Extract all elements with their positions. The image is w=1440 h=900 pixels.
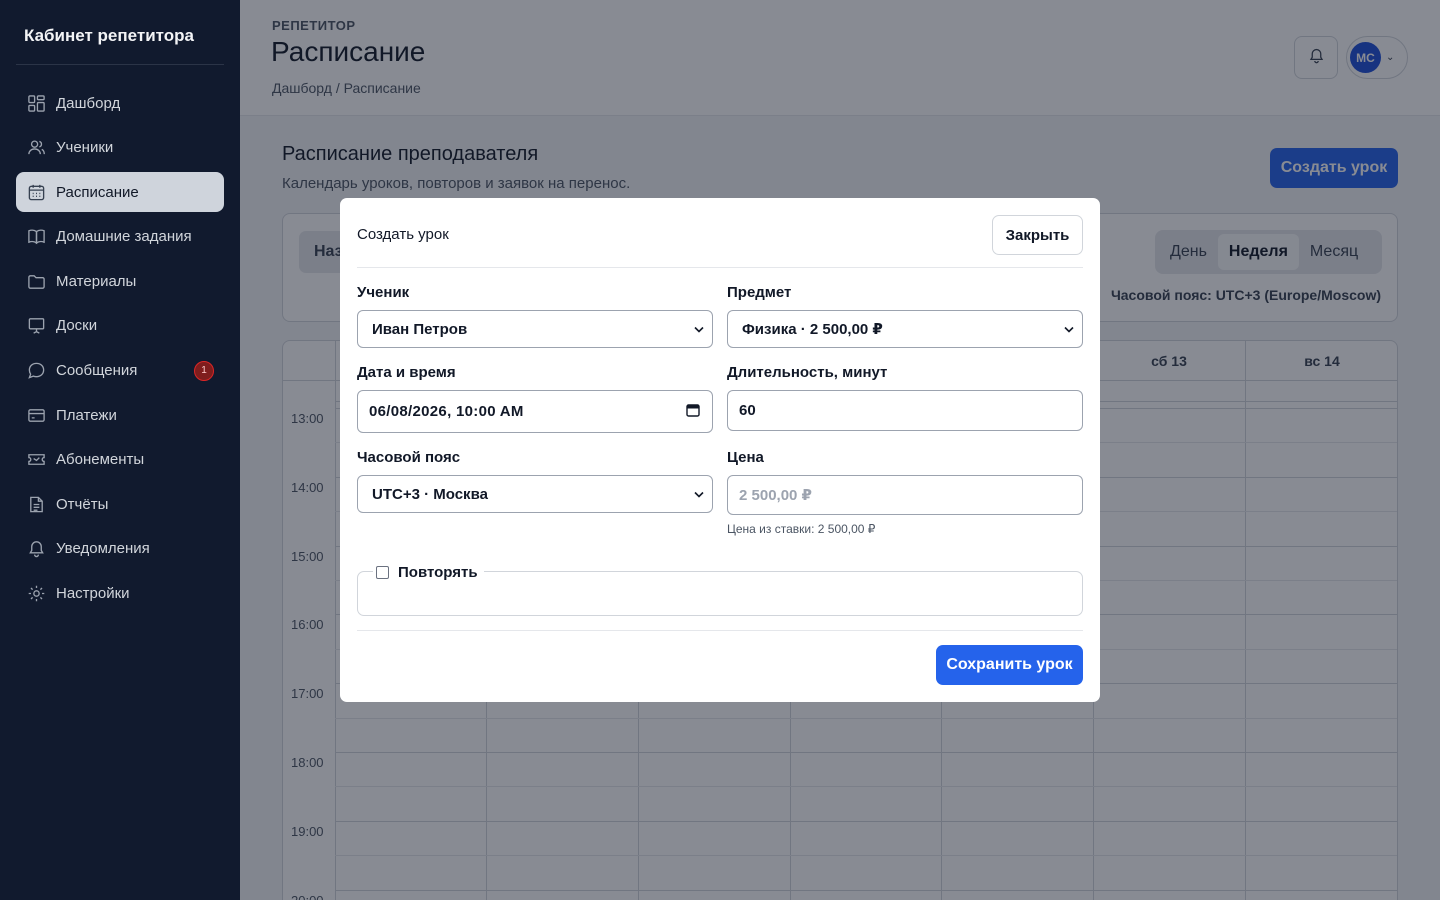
bell-icon	[26, 539, 46, 559]
timezone-value: UTC+3 · Москва	[372, 485, 488, 503]
sidebar-item-label: Настройки	[56, 585, 130, 603]
sidebar-item-payments[interactable]: Платежи	[16, 395, 224, 435]
chevron-down-icon	[694, 486, 704, 503]
board-icon	[26, 316, 46, 336]
modal-footer-divider	[357, 630, 1083, 631]
create-lesson-modal: Создать урок Закрыть Ученик Иван Петров …	[340, 198, 1100, 702]
sidebar-item-label: Доски	[56, 317, 98, 335]
student-value: Иван Петров	[372, 320, 468, 338]
sidebar-item-homework[interactable]: Домашние задания	[16, 217, 224, 257]
subject-select[interactable]: Физика · 2 500,00 ₽	[727, 310, 1083, 348]
sidebar-item-label: Материалы	[56, 272, 137, 290]
card-icon	[26, 405, 46, 425]
timezone-field-label: Часовой пояс	[357, 449, 461, 466]
sidebar-item-settings[interactable]: Настройки	[16, 574, 224, 614]
ticket-icon	[26, 450, 46, 470]
repeat-checkbox[interactable]	[376, 566, 389, 579]
datetime-input[interactable]: 06/08/2026, 10:00 AM	[357, 390, 713, 433]
sidebar-item-label: Платежи	[56, 406, 117, 424]
duration-value: 60	[739, 402, 756, 419]
save-lesson-button[interactable]: Сохранить урок	[936, 645, 1083, 685]
calendar-icon	[26, 182, 46, 202]
sidebar-item-label: Дашборд	[56, 94, 121, 112]
subject-label: Предмет	[727, 284, 792, 301]
sidebar-item-materials[interactable]: Материалы	[16, 261, 224, 301]
duration-input[interactable]: 60	[727, 390, 1083, 431]
chevron-down-icon	[1064, 321, 1074, 338]
repeat-legend: Повторять	[373, 564, 484, 581]
price-hint: Цена из ставки: 2 500,00 ₽	[727, 522, 876, 536]
repeat-fieldset: Повторять	[357, 564, 1083, 616]
sidebar-item-schedule[interactable]: Расписание	[16, 172, 224, 213]
datetime-value: 06/08/2026, 10:00 AM	[369, 403, 524, 420]
price-label: Цена	[727, 449, 764, 466]
sidebar-item-subscriptions[interactable]: Абонементы	[16, 440, 224, 480]
calendar-picker-icon[interactable]	[686, 403, 700, 421]
price-placeholder: 2 500,00 ₽	[739, 487, 812, 504]
chevron-down-icon	[694, 321, 704, 338]
unread-badge: 1	[194, 360, 214, 381]
message-icon	[26, 361, 46, 381]
datetime-label: Дата и время	[357, 364, 456, 381]
sidebar-item-label: Уведомления	[56, 540, 150, 558]
timezone-select[interactable]: UTC+3 · Москва	[357, 475, 713, 513]
report-icon	[26, 494, 46, 514]
repeat-label[interactable]: Повторять	[398, 564, 478, 581]
app-brand: Кабинет репетитора	[24, 26, 194, 45]
book-icon	[26, 227, 46, 247]
sidebar: Кабинет репетитора Дашборд Ученики Распи…	[0, 0, 240, 900]
gear-icon	[26, 584, 46, 604]
price-input[interactable]: 2 500,00 ₽	[727, 475, 1083, 515]
users-icon	[26, 138, 46, 158]
sidebar-nav: Дашборд Ученики Расписание Домашние зада…	[16, 83, 224, 618]
folder-icon	[26, 271, 46, 291]
student-label: Ученик	[357, 284, 410, 301]
sidebar-item-label: Ученики	[56, 139, 114, 157]
sidebar-item-boards[interactable]: Доски	[16, 306, 224, 346]
student-select[interactable]: Иван Петров	[357, 310, 713, 348]
sidebar-item-notifications[interactable]: Уведомления	[16, 529, 224, 569]
sidebar-item-messages[interactable]: Сообщения 1	[16, 351, 224, 391]
sidebar-item-students[interactable]: Ученики	[16, 128, 224, 168]
duration-label: Длительность, минут	[727, 364, 888, 381]
modal-divider	[357, 267, 1083, 268]
subject-value: Физика · 2 500,00 ₽	[742, 321, 883, 338]
sidebar-item-label: Сообщения	[56, 362, 138, 380]
sidebar-item-label: Отчёты	[56, 495, 109, 513]
dashboard-icon	[26, 93, 46, 113]
sidebar-divider	[16, 64, 224, 65]
sidebar-item-reports[interactable]: Отчёты	[16, 484, 224, 524]
modal-title: Создать урок	[357, 226, 449, 243]
sidebar-item-label: Абонементы	[56, 451, 145, 469]
sidebar-item-label: Домашние задания	[56, 228, 192, 246]
sidebar-item-dashboard[interactable]: Дашборд	[16, 83, 224, 123]
sidebar-item-label: Расписание	[56, 183, 139, 201]
close-button[interactable]: Закрыть	[992, 215, 1083, 255]
